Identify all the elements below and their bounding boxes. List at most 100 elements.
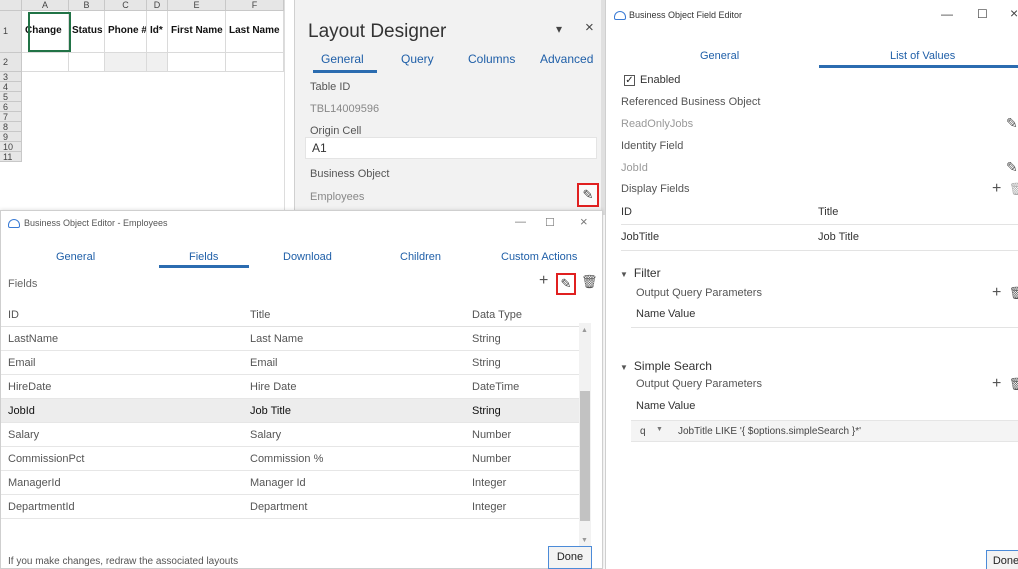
row-header-11[interactable]: 11: [0, 152, 22, 162]
column-header-c[interactable]: C: [105, 0, 147, 11]
cell-data-type: String: [472, 357, 501, 369]
cell-d2[interactable]: [147, 53, 168, 72]
pane-close-icon[interactable]: ×: [585, 19, 594, 36]
tab-query[interactable]: Query: [401, 52, 434, 66]
delete-display-field-icon[interactable]: 🗑: [1009, 182, 1018, 196]
edit-field-button[interactable]: ✎: [556, 273, 576, 295]
table-row-selected[interactable]: JobId Job Title String: [1, 399, 579, 423]
simple-search-section-toggle[interactable]: ▼ Simple Search: [620, 359, 712, 373]
display-column-title[interactable]: Title: [818, 206, 838, 218]
origin-cell-field[interactable]: A1: [305, 137, 597, 159]
scroll-down-icon[interactable]: ▼: [581, 537, 588, 544]
row-header-7[interactable]: 7: [0, 112, 22, 122]
select-all-corner[interactable]: [0, 0, 22, 11]
scrollbar-thumb[interactable]: [580, 391, 590, 521]
pane-menu-chevron-icon[interactable]: ▾: [556, 22, 562, 36]
display-field-title[interactable]: Job Title: [818, 231, 859, 243]
tab-advanced[interactable]: Advanced: [540, 52, 593, 66]
chevron-down-icon[interactable]: ▼: [656, 426, 663, 433]
row-header-6[interactable]: 6: [0, 102, 22, 112]
table-scrollbar[interactable]: ▲ ▼: [579, 323, 591, 551]
table-row[interactable]: ManagerId Manager Id Integer: [1, 471, 579, 495]
cell-title: Hire Date: [250, 381, 297, 393]
cell-b2[interactable]: [69, 53, 105, 72]
edit-identity-field-pencil-icon[interactable]: ✎: [1006, 159, 1018, 176]
row-header-4[interactable]: 4: [0, 82, 22, 92]
cell-e1[interactable]: First Name: [168, 11, 226, 53]
row-header-2[interactable]: 2: [0, 53, 22, 72]
enabled-checkbox[interactable]: ✓: [624, 75, 635, 86]
table-row[interactable]: DepartmentId Department Integer: [1, 495, 579, 519]
column-header-id[interactable]: ID: [8, 309, 19, 321]
delete-search-param-icon[interactable]: 🗑: [1009, 377, 1018, 391]
cell-title: Salary: [250, 429, 282, 441]
row-header-1[interactable]: 1: [0, 11, 22, 53]
edit-business-object-button[interactable]: ✎: [577, 183, 599, 207]
add-search-param-icon[interactable]: +: [992, 375, 1001, 393]
dialog-titlebar[interactable]: Business Object Editor - Employees — ☐ ×: [1, 211, 602, 237]
divider: [631, 327, 1018, 328]
table-row[interactable]: Email Email String: [1, 351, 579, 375]
param-name-select[interactable]: q: [640, 426, 646, 437]
done-button[interactable]: Done: [986, 550, 1018, 569]
tab-list-of-values[interactable]: List of Values: [890, 50, 955, 62]
table-row[interactable]: CommissionPct Commission % Number: [1, 447, 579, 471]
cell-e2[interactable]: [168, 53, 226, 72]
column-header-e[interactable]: E: [168, 0, 226, 11]
search-name-column: Name: [636, 400, 666, 412]
tab-fields[interactable]: Fields: [189, 251, 218, 263]
tab-custom-actions[interactable]: Custom Actions: [501, 251, 577, 263]
spreadsheet[interactable]: A B C D E F 1 2 3 4 5 6 7 8 9 10 11 Chan…: [0, 0, 285, 215]
cell-c1[interactable]: Phone #: [105, 11, 147, 53]
edit-referenced-bo-pencil-icon[interactable]: ✎: [1006, 115, 1018, 132]
close-icon[interactable]: ×: [580, 214, 588, 229]
column-header-a[interactable]: A: [22, 0, 69, 11]
column-header-title[interactable]: Title: [250, 309, 270, 321]
delete-filter-param-icon[interactable]: 🗑: [1009, 286, 1018, 300]
param-value-field[interactable]: JobTitle LIKE '{ $options.simpleSearch }…: [678, 426, 861, 437]
tab-children[interactable]: Children: [400, 251, 441, 263]
tab-download[interactable]: Download: [283, 251, 332, 263]
cell-d1[interactable]: Id*: [147, 11, 168, 53]
maximize-icon[interactable]: ☐: [977, 7, 988, 21]
column-header-data-type[interactable]: Data Type: [472, 309, 522, 321]
display-field-id[interactable]: JobTitle: [621, 231, 659, 243]
cell-c2[interactable]: [105, 53, 147, 72]
minimize-icon[interactable]: —: [515, 216, 526, 228]
table-row[interactable]: Salary Salary Number: [1, 423, 579, 447]
row-header-5[interactable]: 5: [0, 92, 22, 102]
add-filter-param-icon[interactable]: +: [992, 284, 1001, 302]
cell-a2[interactable]: [22, 53, 69, 72]
table-row[interactable]: HireDate Hire Date DateTime: [1, 375, 579, 399]
tab-general[interactable]: General: [56, 251, 95, 263]
cell-f1[interactable]: Last Name: [226, 11, 284, 53]
cell-b1[interactable]: Status: [69, 11, 105, 53]
add-display-field-icon[interactable]: +: [992, 180, 1001, 198]
pencil-icon: ✎: [582, 187, 594, 202]
collapse-caret-icon: ▼: [620, 363, 628, 372]
column-header-d[interactable]: D: [147, 0, 168, 11]
tab-general[interactable]: General: [700, 50, 739, 62]
delete-field-icon[interactable]: 🗑: [581, 274, 598, 290]
table-row[interactable]: LastName Last Name String: [1, 327, 579, 351]
row-header-3[interactable]: 3: [0, 72, 22, 82]
tab-columns[interactable]: Columns: [468, 52, 515, 66]
add-field-icon[interactable]: +: [539, 272, 548, 290]
column-header-f[interactable]: F: [226, 0, 284, 11]
minimize-icon[interactable]: —: [941, 7, 953, 21]
display-column-id[interactable]: ID: [621, 206, 632, 218]
scroll-up-icon[interactable]: ▲: [581, 327, 588, 334]
done-button[interactable]: Done: [548, 546, 592, 569]
row-header-8[interactable]: 8: [0, 122, 22, 132]
close-icon[interactable]: ×: [1010, 5, 1018, 21]
search-param-row[interactable]: q ▼ JobTitle LIKE '{ $options.simpleSear…: [631, 420, 1018, 442]
maximize-icon[interactable]: ☐: [545, 216, 555, 229]
row-header-10[interactable]: 10: [0, 142, 22, 152]
cell-f2[interactable]: [226, 53, 284, 72]
sheet-vertical-scrollbar[interactable]: [284, 0, 285, 215]
tab-general[interactable]: General: [321, 52, 364, 66]
row-header-9[interactable]: 9: [0, 132, 22, 142]
dialog-title: Business Object Field Editor: [629, 10, 743, 20]
filter-section-toggle[interactable]: ▼ Filter: [620, 266, 661, 280]
column-header-b[interactable]: B: [69, 0, 105, 11]
